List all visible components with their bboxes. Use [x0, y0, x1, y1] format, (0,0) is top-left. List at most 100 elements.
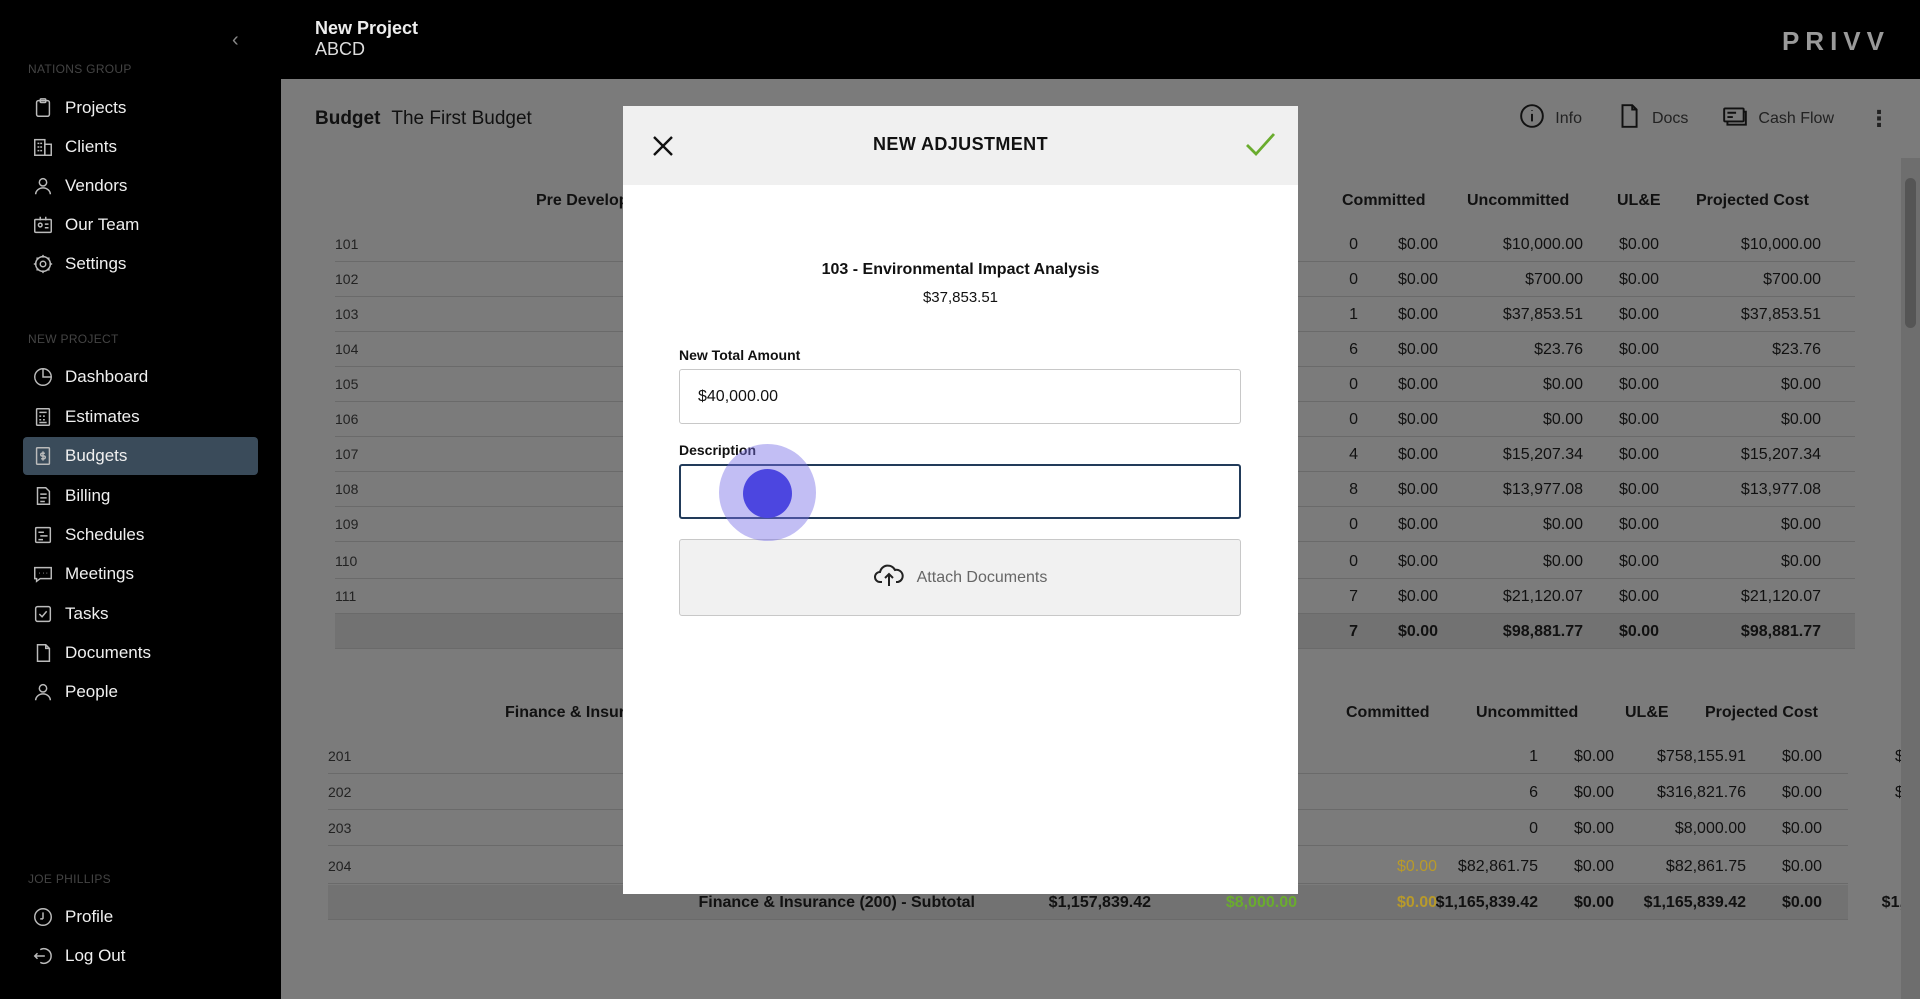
- committed: $0.00: [1573, 784, 1614, 801]
- attach-documents-label: Attach Documents: [916, 568, 1048, 586]
- uncommitted: $700.00: [1525, 271, 1583, 288]
- sidebar-item-log-out[interactable]: Log Out: [23, 937, 258, 975]
- subtotal-name: Finance & Insurance (200) - Subtotal: [698, 894, 976, 911]
- document-icon: [31, 641, 55, 665]
- projected-cost: $13,977.08: [1740, 481, 1821, 498]
- sidebar-item-tasks[interactable]: Tasks: [23, 595, 258, 633]
- more-menu-icon[interactable]: ⋮: [1868, 106, 1890, 132]
- committed: $0.00: [1573, 820, 1614, 837]
- calculator-icon: [31, 405, 55, 429]
- sidebar-item-label: Clients: [65, 137, 117, 156]
- current-budget: 7: [1349, 588, 1358, 605]
- committed: $0.00: [1573, 858, 1614, 875]
- projected-cost: $37,853.51: [1740, 306, 1821, 323]
- row-code: 105: [335, 376, 359, 392]
- committed: $0.00: [1397, 588, 1438, 605]
- row-code: 203: [328, 820, 352, 836]
- sidebar-item-documents[interactable]: Documents: [23, 634, 258, 672]
- sidebar-item-label: Estimates: [65, 407, 140, 426]
- ule: $0.00: [1618, 236, 1659, 253]
- projected-cost: $15,207.34: [1740, 446, 1821, 463]
- row-code: 107: [335, 446, 359, 462]
- committed: $0.00: [1397, 306, 1438, 323]
- ule: $0.00: [1618, 446, 1659, 463]
- ule: $0.00: [1618, 588, 1659, 605]
- sidebar-item-profile[interactable]: Profile: [23, 898, 258, 936]
- ule: $0.00: [1618, 411, 1659, 428]
- sidebar-item-label: Billing: [65, 486, 111, 505]
- id-badge-icon: [31, 213, 55, 237]
- committed: $0.00: [1397, 446, 1438, 463]
- committed: $0.00: [1397, 553, 1438, 570]
- sidebar-item-our-team[interactable]: Our Team: [23, 206, 258, 244]
- sidebar-item-estimates[interactable]: Estimates: [23, 398, 258, 436]
- uncommitted: $82,861.75: [1665, 858, 1746, 875]
- scrollbar[interactable]: [1901, 158, 1920, 999]
- project-title: New Project: [315, 18, 419, 38]
- uncommitted: $98,881.77: [1502, 623, 1583, 640]
- confirm-check-icon[interactable]: [1244, 130, 1276, 158]
- collapse-sidebar-icon[interactable]: ‹: [232, 30, 248, 50]
- ule: $0.00: [1781, 784, 1822, 801]
- invoice-icon: [31, 484, 55, 508]
- sidebar-item-label: Tasks: [65, 604, 109, 623]
- budget-name: The First Budget: [391, 108, 532, 129]
- uncommitted: $13,977.08: [1502, 481, 1583, 498]
- ule: $0.00: [1618, 306, 1659, 323]
- sidebar-item-budgets[interactable]: Budgets: [23, 437, 258, 475]
- sidebar-item-projects[interactable]: Projects: [23, 89, 258, 127]
- uncommitted: $21,120.07: [1502, 588, 1583, 605]
- docs-label: Docs: [1651, 109, 1689, 127]
- total-amount-label: New Total Amount: [679, 347, 801, 363]
- uncommitted: $0.00: [1542, 411, 1583, 428]
- ule: $0.00: [1618, 516, 1659, 533]
- docs-button[interactable]: Docs: [1616, 103, 1688, 134]
- uncommitted: $8,000.00: [1674, 820, 1746, 837]
- ule: $0.00: [1618, 376, 1659, 393]
- new-total-amount-input[interactable]: [679, 369, 1241, 424]
- profile-icon: [31, 905, 55, 929]
- committed: $0.00: [1397, 623, 1438, 640]
- committed: $0.00: [1397, 481, 1438, 498]
- row-code: 102: [335, 271, 359, 287]
- sidebar-item-people[interactable]: People: [23, 673, 258, 711]
- modal-header: NEW ADJUSTMENT: [623, 106, 1298, 185]
- sidebar-item-settings[interactable]: Settings: [23, 245, 258, 283]
- column-header: Uncommitted: [1476, 704, 1579, 721]
- sidebar-item-schedules[interactable]: Schedules: [23, 516, 258, 554]
- column-header: Projected Cost: [1696, 192, 1809, 209]
- sidebar-item-clients[interactable]: Clients: [23, 128, 258, 166]
- section-header: Finance & Insur: [505, 704, 626, 721]
- current-budget: $82,861.75: [1457, 858, 1538, 875]
- current-budget: 0: [1349, 411, 1358, 428]
- projected-cost: $23.76: [1772, 341, 1821, 358]
- info-button[interactable]: Info: [1519, 103, 1582, 134]
- current-budget: 1: [1529, 748, 1538, 765]
- sidebar-item-meetings[interactable]: Meetings: [23, 555, 258, 593]
- current-budget: 8: [1349, 481, 1358, 498]
- sidebar-item-label: Documents: [65, 643, 151, 662]
- row-code: 106: [335, 411, 359, 427]
- committed: $0.00: [1573, 894, 1614, 911]
- sidebar-item-vendors[interactable]: Vendors: [23, 167, 258, 205]
- row-code: 104: [335, 341, 359, 357]
- attach-documents-button[interactable]: Attach Documents: [679, 539, 1241, 616]
- sidebar-item-billing[interactable]: Billing: [23, 477, 258, 515]
- column-header: Projected Cost: [1705, 704, 1818, 721]
- uncommitted: $0.00: [1542, 553, 1583, 570]
- projected-cost: $0.00: [1780, 516, 1821, 533]
- top-bar: New Project ABCD PRIVV: [281, 0, 1920, 79]
- sidebar-item-dashboard[interactable]: Dashboard: [23, 358, 258, 396]
- brand-logo: PRIVV: [1781, 26, 1890, 56]
- current-budget: 4: [1349, 446, 1358, 463]
- uncommitted: $37,853.51: [1502, 306, 1583, 323]
- ule: $0.00: [1781, 748, 1822, 765]
- budget-actions: Info Docs Cash Flow ⋮: [1519, 103, 1890, 134]
- scrollbar-thumb[interactable]: [1905, 178, 1916, 328]
- uncommitted: $0.00: [1542, 376, 1583, 393]
- committed: $0.00: [1397, 341, 1438, 358]
- uncommitted: $1,165,839.42: [1643, 894, 1746, 911]
- uncommitted: $15,207.34: [1502, 446, 1583, 463]
- cash-flow-button[interactable]: Cash Flow: [1722, 103, 1834, 134]
- info-icon: [1519, 103, 1545, 134]
